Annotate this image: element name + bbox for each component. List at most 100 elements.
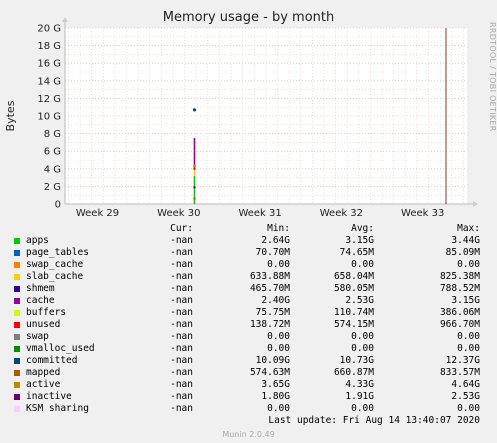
legend-series-name: active xyxy=(26,379,61,390)
legend-cur: -nan xyxy=(170,331,193,342)
legend-min: 138.72M xyxy=(249,319,290,330)
legend-avg: 0.00 xyxy=(351,403,374,414)
x-tick-label: Week 29 xyxy=(76,208,119,219)
legend-max: 825.38M xyxy=(439,271,480,282)
legend-max: 3.44G xyxy=(451,235,480,246)
y-tick-label: 6 G xyxy=(44,147,61,158)
legend-min: 465.70M xyxy=(249,283,290,294)
legend-row: page_tables -nan 70.70M 74.65M 85.09M xyxy=(0,247,497,259)
munin-version: Munin 2.0.49 xyxy=(222,430,275,439)
legend-cur: -nan xyxy=(170,247,193,258)
legend-max: 0.00 xyxy=(457,331,480,342)
legend-series-name: vmalloc_used xyxy=(26,343,95,354)
legend-swatch xyxy=(14,274,20,280)
mark-active xyxy=(193,164,196,168)
legend-row: mapped -nan 574.63M 660.87M 833.57M xyxy=(0,367,497,379)
legend-row: active -nan 3.65G 4.33G 4.64G xyxy=(0,379,497,391)
y-tick-label: 8 G xyxy=(44,129,61,140)
legend-min: 2.40G xyxy=(261,295,290,306)
legend-avg: 4.33G xyxy=(345,379,374,390)
legend-row: swap_cache -nan 0.00 0.00 0.00 xyxy=(0,259,497,271)
y-tick-label: 16 G xyxy=(37,59,61,70)
legend-swatch xyxy=(14,238,20,244)
legend-avg: 0.00 xyxy=(351,331,374,342)
mark-committed xyxy=(192,108,197,112)
legend-row: unused -nan 138.72M 574.15M 966.70M xyxy=(0,319,497,331)
legend-series-name: page_tables xyxy=(26,247,89,258)
legend-swatch xyxy=(14,370,20,376)
legend-min: 0.00 xyxy=(267,331,290,342)
legend-max: 0.00 xyxy=(457,259,480,270)
legend-row: inactive -nan 1.80G 1.91G 2.53G xyxy=(0,391,497,403)
legend-avg: 3.15G xyxy=(345,235,374,246)
legend-min: 0.00 xyxy=(267,259,290,270)
legend-row: buffers -nan 75.75M 110.74M 386.06M xyxy=(0,307,497,319)
legend-header-row: Cur: Min: Avg: Max: xyxy=(0,223,497,235)
legend-avg: 0.00 xyxy=(351,259,374,270)
x-tick-labels: Week 29 Week 30 Week 31 Week 32 Week 33 xyxy=(76,208,445,219)
legend-cur: -nan xyxy=(170,259,193,270)
mark-mapped xyxy=(193,197,196,200)
legend-header-min: Min: xyxy=(267,223,290,234)
legend-swatch xyxy=(14,334,20,340)
y-tick-labels: 0 2 G 4 G 6 G 8 G 10 G 12 G 14 G 16 G 18 G 20 G xyxy=(37,24,61,211)
legend-cur: -nan xyxy=(170,235,193,246)
legend-min: 70.70M xyxy=(255,247,290,258)
legend-avg: 660.87M xyxy=(333,367,374,378)
legend-cur: -nan xyxy=(170,367,193,378)
legend-max: 2.53G xyxy=(451,391,480,402)
legend-min: 3.65G xyxy=(261,379,290,390)
legend-max: 966.70M xyxy=(439,319,480,330)
x-tick-label: Week 30 xyxy=(157,208,200,219)
legend-avg: 574.15M xyxy=(333,319,374,330)
legend-min: 633.88M xyxy=(249,271,290,282)
legend-avg: 1.91G xyxy=(345,391,374,402)
legend-swatch xyxy=(14,250,20,256)
legend-series-name: inactive xyxy=(26,391,72,402)
legend-max: 0.00 xyxy=(457,403,480,414)
y-tick-label: 12 G xyxy=(37,94,61,105)
legend-cur: -nan xyxy=(170,295,193,306)
legend-series-name: slab_cache xyxy=(26,271,84,282)
legend-max: 12.37G xyxy=(445,355,480,366)
mark-unused xyxy=(193,167,196,170)
legend-avg: 110.74M xyxy=(333,307,374,318)
legend-cur: -nan xyxy=(170,343,193,354)
legend-swatch xyxy=(14,406,20,412)
legend-swatch xyxy=(14,382,20,388)
legend-max: 3.15G xyxy=(451,295,480,306)
legend-swatch xyxy=(14,346,20,352)
legend-min: 0.00 xyxy=(267,403,290,414)
legend-cur: -nan xyxy=(170,319,193,330)
legend-row: vmalloc_used -nan 0.00 0.00 0.00 xyxy=(0,343,497,355)
legend-max: 833.57M xyxy=(439,367,480,378)
y-tick-label: 18 G xyxy=(37,41,61,52)
last-update: Last update: Fri Aug 14 13:40:07 2020 xyxy=(268,415,480,426)
legend-max: 4.64G xyxy=(451,379,480,390)
legend-series-name: committed xyxy=(26,355,78,366)
legend-swatch xyxy=(14,310,20,316)
x-tick-label: Week 32 xyxy=(320,208,363,219)
legend-cur: -nan xyxy=(170,379,193,390)
legend-max: 85.09M xyxy=(445,247,480,258)
legend-cur: -nan xyxy=(170,391,193,402)
legend-series-name: cache xyxy=(26,295,55,306)
y-tick-label: 20 G xyxy=(37,24,61,35)
legend-cur: -nan xyxy=(170,403,193,414)
legend-swatch xyxy=(14,322,20,328)
legend-avg: 580.05M xyxy=(333,283,374,294)
legend-avg: 2.53G xyxy=(345,295,374,306)
legend-min: 1.80G xyxy=(261,391,290,402)
legend-min: 0.00 xyxy=(267,343,290,354)
x-tick-label: Week 31 xyxy=(238,208,281,219)
legend-series-name: swap_cache xyxy=(26,259,84,270)
y-tick-label: 0 xyxy=(55,200,61,211)
legend-series-name: KSM sharing xyxy=(26,403,89,414)
legend-max: 788.52M xyxy=(439,283,480,294)
legend-series-name: mapped xyxy=(26,367,61,378)
legend-cur: -nan xyxy=(170,355,193,366)
x-axis-arrow xyxy=(473,201,478,207)
legend-header-cur: Cur: xyxy=(170,223,193,234)
legend-swatch xyxy=(14,298,20,304)
legend-min: 574.63M xyxy=(249,367,290,378)
